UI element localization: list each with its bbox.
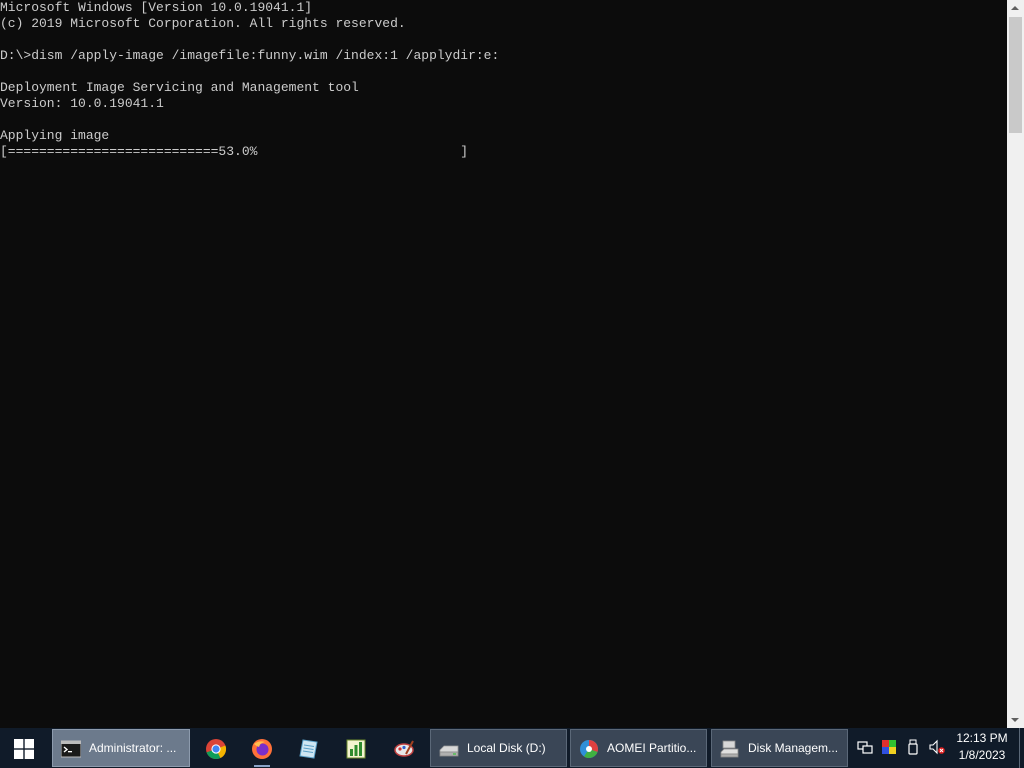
- usb-drive-icon[interactable]: [905, 739, 921, 755]
- pinned-paint-button[interactable]: [382, 729, 426, 767]
- scroll-down-button[interactable]: [1007, 711, 1024, 728]
- scroll-thumb[interactable]: [1009, 17, 1022, 133]
- windows-logo-icon: [14, 739, 34, 759]
- color-display-icon[interactable]: [881, 739, 897, 755]
- taskbar-item-label: Administrator: ...: [89, 741, 177, 755]
- disk-management-icon: [720, 740, 739, 758]
- show-desktop-button[interactable]: [1019, 728, 1024, 768]
- chart-app-icon: [346, 739, 366, 759]
- taskbar-item-local-disk[interactable]: Local Disk (D:): [430, 729, 567, 767]
- chrome-icon: [206, 739, 227, 760]
- volume-muted-icon[interactable]: [929, 739, 945, 755]
- start-button[interactable]: [0, 729, 48, 767]
- pinned-chrome-button[interactable]: [194, 729, 238, 767]
- console-line: (c) 2019 Microsoft Corporation. All righ…: [0, 16, 406, 31]
- console-command-line: D:\>dism /apply-image /imagefile:funny.w…: [0, 48, 500, 63]
- taskbar-item-label: AOMEI Partitio...: [607, 741, 697, 755]
- pinned-chart-app-button[interactable]: [334, 729, 378, 767]
- taskbar-item-disk-management[interactable]: Disk Managem...: [711, 729, 848, 767]
- notepad-paper-icon: [299, 739, 318, 759]
- scroll-up-button[interactable]: [1007, 0, 1024, 17]
- taskbar-item-label: Disk Managem...: [748, 741, 839, 755]
- console-line: Deployment Image Servicing and Managemen…: [0, 80, 359, 95]
- console-window[interactable]: Microsoft Windows [Version 10.0.19041.1]…: [0, 0, 1007, 728]
- pinned-firefox-button[interactable]: [240, 729, 284, 767]
- aomei-icon: [580, 740, 599, 759]
- arrow-down-icon: [1011, 718, 1019, 722]
- firefox-icon: [252, 739, 272, 759]
- taskbar-item-aomei[interactable]: AOMEI Partitio...: [570, 729, 707, 767]
- taskbar: Administrator: ... Local Disk (D:) AOMEI…: [0, 728, 1024, 768]
- taskbar-item-command-prompt[interactable]: Administrator: ...: [52, 729, 190, 767]
- console-line: Version: 10.0.19041.1: [0, 96, 164, 111]
- console-line: Microsoft Windows [Version 10.0.19041.1]: [0, 0, 313, 15]
- vertical-scrollbar[interactable]: [1007, 0, 1024, 728]
- taskbar-clock[interactable]: 12:13 PM 1/8/2023: [952, 730, 1012, 764]
- arrow-up-icon: [1011, 6, 1019, 10]
- clock-date: 1/8/2023: [958, 748, 1006, 762]
- running-indicator: [254, 765, 270, 767]
- command-prompt-icon: [61, 740, 81, 758]
- drive-icon: [439, 745, 459, 757]
- taskbar-item-label: Local Disk (D:): [467, 741, 546, 755]
- clock-time: 12:13 PM: [956, 731, 1008, 745]
- network-icon[interactable]: [857, 739, 873, 755]
- console-line: Applying image: [0, 128, 110, 143]
- paint-tool-icon: [394, 740, 414, 757]
- pinned-notes-button[interactable]: [286, 729, 330, 767]
- progress-bar-text: [===========================53.0% ]: [0, 144, 469, 159]
